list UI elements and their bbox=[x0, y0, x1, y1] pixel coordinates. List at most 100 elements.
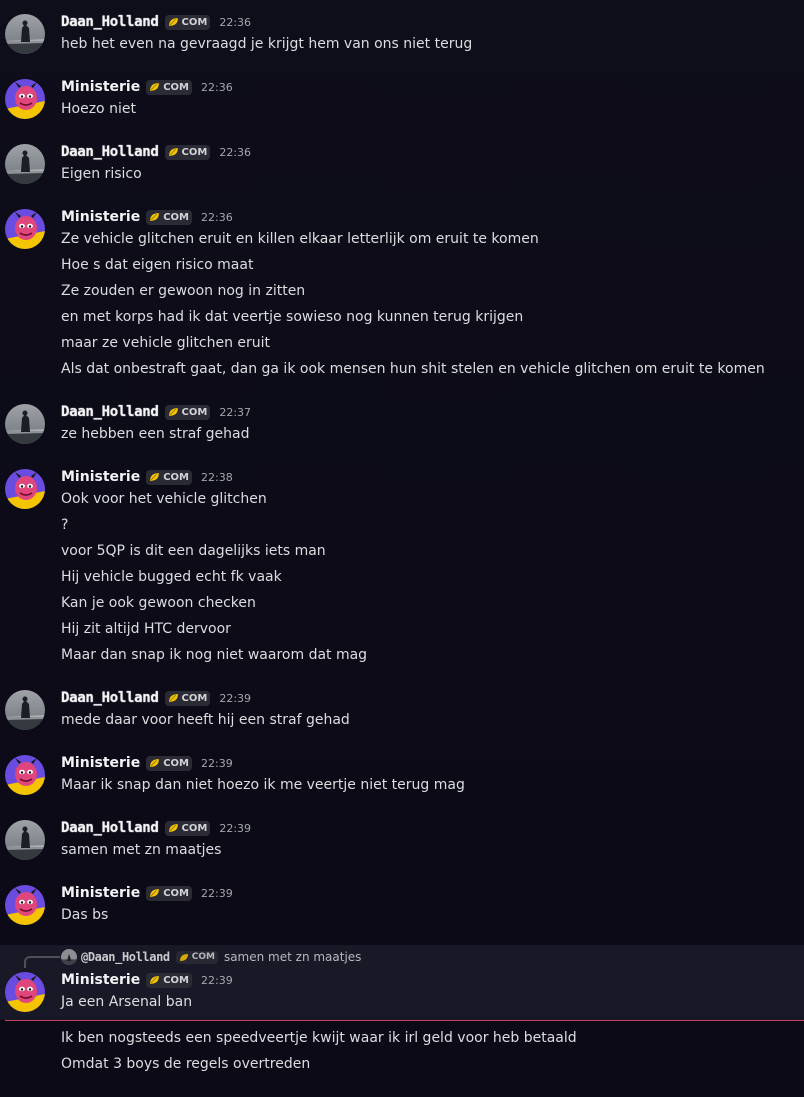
leaf-icon bbox=[150, 976, 160, 984]
reply-author-name[interactable]: @Daan_Holland bbox=[81, 950, 170, 964]
message-text: Hoe s dat eigen risico maat bbox=[61, 257, 254, 273]
message-timestamp[interactable]: 22:38 bbox=[201, 471, 233, 484]
message-text: Ze zouden er gewoon nog in zitten bbox=[61, 283, 306, 299]
message-header: Ministerie COM 22:38 bbox=[61, 467, 233, 487]
user-avatar[interactable] bbox=[5, 144, 45, 184]
message-timestamp[interactable]: 22:36 bbox=[201, 81, 233, 94]
author-name[interactable]: Daan_Holland bbox=[61, 144, 159, 160]
message-timestamp[interactable]: 22:39 bbox=[201, 974, 233, 987]
author-name[interactable]: Ministerie bbox=[61, 79, 140, 95]
clan-tag: COM bbox=[146, 885, 193, 901]
author-name[interactable]: Ministerie bbox=[61, 469, 140, 485]
message-text: heb het even na gevraagd je krijgt hem v… bbox=[61, 36, 473, 52]
message-timestamp[interactable]: 22:39 bbox=[201, 887, 233, 900]
message-text: Ik ben nogsteeds een speedveertje kwijt … bbox=[61, 1030, 577, 1046]
clan-tag: COM bbox=[146, 972, 193, 988]
leaf-icon bbox=[150, 213, 160, 221]
leaf-icon bbox=[168, 408, 178, 416]
author-name[interactable]: Ministerie bbox=[61, 972, 140, 988]
message-timestamp[interactable]: 22:39 bbox=[219, 822, 251, 835]
clan-tag: COM bbox=[164, 820, 211, 836]
message-timestamp[interactable]: 22:37 bbox=[219, 406, 251, 419]
message-text: ze hebben een straf gehad bbox=[61, 426, 250, 442]
user-avatar[interactable] bbox=[5, 469, 45, 509]
reply-excerpt[interactable]: samen met zn maatjes bbox=[224, 950, 361, 964]
message-text: Kan je ook gewoon checken bbox=[61, 595, 256, 611]
message-header: Daan_Holland COM 22:39 bbox=[61, 818, 251, 838]
message-header: Ministerie COM 22:39 bbox=[61, 883, 233, 903]
clan-tag-label: COM bbox=[163, 81, 190, 93]
message-timestamp[interactable]: 22:36 bbox=[201, 211, 233, 224]
author-name[interactable]: Daan_Holland bbox=[61, 820, 159, 836]
author-name[interactable]: Ministerie bbox=[61, 209, 140, 225]
user-avatar[interactable] bbox=[5, 79, 45, 119]
message-text: Ook voor het vehicle glitchen bbox=[61, 491, 267, 507]
message-text: Hoezo niet bbox=[61, 101, 136, 117]
author-name[interactable]: Ministerie bbox=[61, 755, 140, 771]
message-text: Omdat 3 boys de regels overtreden bbox=[61, 1056, 311, 1072]
message-timestamp[interactable]: 22:36 bbox=[219, 16, 251, 29]
message-header: Daan_Holland COM 22:37 bbox=[61, 402, 251, 422]
reply-avatar bbox=[61, 949, 77, 965]
message-text: Maar ik snap dan niet hoezo ik me veertj… bbox=[61, 777, 465, 793]
user-avatar[interactable] bbox=[5, 690, 45, 730]
user-avatar[interactable] bbox=[5, 755, 45, 795]
user-avatar[interactable] bbox=[5, 209, 45, 249]
message-timestamp[interactable]: 22:39 bbox=[219, 692, 251, 705]
user-avatar[interactable] bbox=[5, 404, 45, 444]
message-text: Ja een Arsenal ban bbox=[61, 994, 193, 1010]
message-text: ? bbox=[61, 517, 69, 533]
author-name[interactable]: Daan_Holland bbox=[61, 404, 159, 420]
clan-tag-label: COM bbox=[163, 471, 190, 483]
leaf-icon bbox=[179, 953, 188, 961]
clan-tag: COM bbox=[146, 209, 193, 225]
message-text: en met korps had ik dat veertje sowieso … bbox=[61, 309, 524, 325]
clan-tag-label: COM bbox=[181, 16, 208, 28]
reply-preview[interactable]: @Daan_Holland COM samen met zn maatjes bbox=[61, 949, 361, 965]
leaf-icon bbox=[150, 759, 160, 767]
clan-tag: COM bbox=[146, 79, 193, 95]
clan-tag-label: COM bbox=[163, 757, 190, 769]
message-header: Daan_Holland COM 22:36 bbox=[61, 12, 251, 32]
message-header: Ministerie COM 22:36 bbox=[61, 207, 233, 227]
leaf-icon bbox=[168, 694, 178, 702]
message-text: Ze vehicle glitchen eruit en killen elka… bbox=[61, 231, 539, 247]
message-text: Hij zit altijd HTC dervoor bbox=[61, 621, 231, 637]
message-header: Ministerie COM 22:39 bbox=[61, 970, 233, 990]
clan-tag-label: COM bbox=[163, 887, 190, 899]
author-name[interactable]: Ministerie bbox=[61, 885, 140, 901]
message-text: Maar dan snap ik nog niet waarom dat mag bbox=[61, 647, 368, 663]
message-text: mede daar voor heeft hij een straf gehad bbox=[61, 712, 350, 728]
message-header: Ministerie COM 22:39 bbox=[61, 753, 233, 773]
message-text: Eigen risico bbox=[61, 166, 142, 182]
new-messages-divider bbox=[5, 1020, 804, 1021]
clan-tag-label: COM bbox=[181, 822, 208, 834]
message-header: Daan_Holland COM 22:39 bbox=[61, 688, 251, 708]
user-avatar[interactable] bbox=[5, 885, 45, 925]
author-name[interactable]: Daan_Holland bbox=[61, 690, 159, 706]
chat-message-list[interactable]: @Daan_Holland COM samen met zn maatjes D… bbox=[0, 0, 804, 1097]
message-text: Das bs bbox=[61, 907, 109, 923]
leaf-icon bbox=[168, 148, 178, 156]
reply-connector bbox=[24, 956, 60, 968]
leaf-icon bbox=[168, 18, 178, 26]
leaf-icon bbox=[168, 824, 178, 832]
message-timestamp[interactable]: 22:36 bbox=[219, 146, 251, 159]
clan-tag-label: COM bbox=[163, 974, 190, 986]
message-timestamp[interactable]: 22:39 bbox=[201, 757, 233, 770]
user-avatar[interactable] bbox=[5, 14, 45, 54]
clan-tag: COM bbox=[146, 755, 193, 771]
clan-tag: COM bbox=[164, 14, 211, 30]
author-name[interactable]: Daan_Holland bbox=[61, 14, 159, 30]
message-text: Als dat onbestraft gaat, dan ga ik ook m… bbox=[61, 361, 765, 377]
message-header: Daan_Holland COM 22:36 bbox=[61, 142, 251, 162]
message-text: maar ze vehicle glitchen eruit bbox=[61, 335, 271, 351]
leaf-icon bbox=[150, 83, 160, 91]
clan-tag: COM bbox=[146, 469, 193, 485]
user-avatar[interactable] bbox=[5, 972, 45, 1012]
clan-tag: COM bbox=[164, 690, 211, 706]
clan-tag-label: COM bbox=[181, 406, 208, 418]
leaf-icon bbox=[150, 473, 160, 481]
user-avatar[interactable] bbox=[5, 820, 45, 860]
clan-tag-label: COM bbox=[181, 146, 208, 158]
